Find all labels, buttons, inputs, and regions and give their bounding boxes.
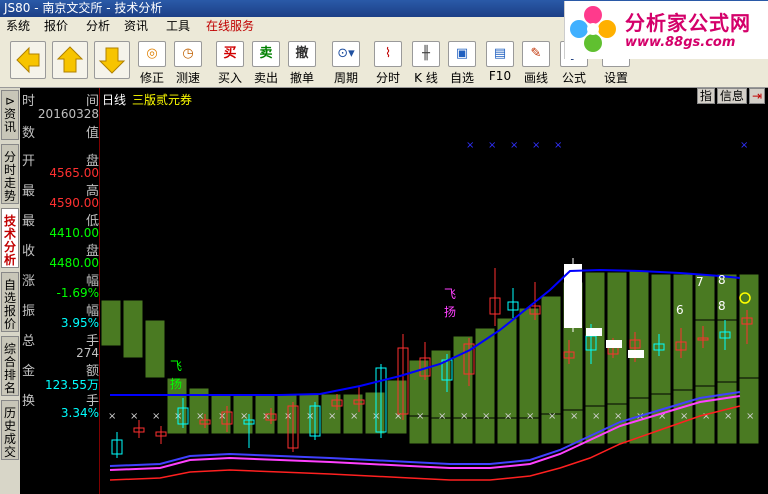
marker-dot: ×: [510, 140, 518, 151]
site-logo: 分析家公式网 www.88gs.com: [564, 1, 768, 59]
chart-canvas[interactable]: × × × × × ×× × × × × × × × × × × × × × × × × × × × × × × × × × × × × ×飞扬飞扬…: [100, 88, 768, 494]
logo-url-text: www.88gs.com: [625, 35, 736, 50]
time-value: 20160328: [37, 107, 99, 121]
x-marker: ×: [438, 411, 446, 422]
close-panel-icon[interactable]: ⇥: [748, 88, 765, 104]
x-marker: ×: [460, 411, 468, 422]
x-marker: ×: [746, 411, 754, 422]
cancel-order-button[interactable]: 撤撤单: [286, 41, 318, 85]
info-button[interactable]: 信息: [716, 88, 747, 104]
timeline-button[interactable]: ⌇ 分时: [372, 41, 404, 85]
sidetab-ranking[interactable]: 综合排名: [1, 336, 19, 396]
sidetab-history[interactable]: 历史成交: [1, 400, 19, 460]
menu-item-tools[interactable]: 工具: [166, 17, 190, 35]
x-marker: ×: [108, 411, 116, 422]
x-marker: ×: [702, 411, 710, 422]
marker-dot: ×: [532, 140, 540, 151]
annotation-7: 7: [696, 275, 704, 289]
marker-dot: ×: [466, 140, 474, 151]
annotation-feiyang-2: 飞: [444, 287, 456, 301]
flower-logo-icon: [570, 6, 616, 52]
sidetab-watchlist[interactable]: 自选报价: [1, 272, 19, 332]
x-marker: ×: [526, 411, 534, 422]
period-button[interactable]: ⊙▾ 周期: [330, 41, 362, 85]
marker-dot: ×: [554, 140, 562, 151]
candle-body: [628, 350, 644, 358]
x-marker: ×: [350, 411, 358, 422]
x-marker: ×: [504, 411, 512, 422]
chart-header: 日线 三版贰元券: [102, 91, 192, 108]
clock-icon: ◷: [174, 41, 202, 67]
f10-button[interactable]: ▤ F10: [484, 41, 516, 85]
x-marker: ×: [328, 411, 336, 422]
sidetab-technical[interactable]: 技术分析: [1, 208, 19, 268]
favorites-icon: ▣: [448, 41, 476, 67]
ladder-box: [386, 379, 408, 435]
back-button[interactable]: [10, 41, 46, 79]
annotation-6: 6: [676, 303, 684, 317]
arrow-left-icon: [16, 46, 40, 74]
down-button[interactable]: [94, 41, 130, 79]
candle-body: [606, 340, 622, 348]
x-marker: ×: [592, 411, 600, 422]
ladder-box: [144, 319, 166, 379]
sidetab-news[interactable]: ⊳ 资讯: [1, 90, 19, 140]
chart-period: 日线: [102, 93, 127, 107]
kline-button[interactable]: ╫ K 线: [410, 41, 442, 85]
annotation-feiyang-1: 飞: [170, 359, 182, 373]
value-label: 数: [22, 126, 36, 141]
sell-icon: 卖: [252, 41, 280, 67]
chart-security-name: 三版贰元券: [132, 93, 193, 107]
annotation-8: 8: [718, 299, 726, 313]
favorites-button[interactable]: ▣ 自选: [446, 41, 478, 85]
window-title: JS80 - 南京文交所 - 技术分析: [4, 1, 163, 15]
cancel-icon: 撤: [288, 41, 316, 67]
annotation-feiyang-1: 扬: [170, 376, 182, 391]
refresh-icon: ◎: [138, 41, 166, 67]
arrow-down-icon: [98, 47, 126, 74]
kline-chart[interactable]: × × × × × × × × × × × × × × × × × × × × × × × × × × × × × × × × × × × × 飞扬飞扬…: [99, 88, 768, 494]
candlestick-icon: ╫: [412, 41, 440, 67]
arrow-up-icon: [56, 46, 84, 73]
f10-icon: ▤: [486, 41, 514, 67]
fix-button[interactable]: ◎ 修正: [136, 41, 168, 85]
buy-icon: 买: [216, 41, 244, 67]
chart-header-buttons: 指信息 ⇥: [695, 88, 765, 104]
sidetab-intraday[interactable]: 分时走势: [1, 144, 19, 204]
side-tabs: ⊳ 资讯 分时走势 技术分析 自选报价 综合排名 历史成交: [0, 88, 20, 494]
timeline-icon: ⌇: [374, 41, 402, 67]
ladder-box: [100, 299, 122, 347]
sell-button[interactable]: 卖卖出: [250, 41, 282, 85]
x-marker: ×: [548, 411, 556, 422]
buy-button[interactable]: 买买入: [214, 41, 246, 85]
menu-item-system[interactable]: 系统: [6, 17, 30, 35]
menu-item-quotes[interactable]: 报价: [44, 17, 68, 35]
marker-dot: ×: [740, 140, 748, 151]
quote-info-panel: 时间 20160328 数值 开盘 4565.00 最高 4590.00 最低 …: [20, 88, 99, 494]
menu-item-analysis[interactable]: 分析: [86, 17, 110, 35]
logo-brand-text: 分析家公式网: [625, 11, 751, 35]
candle-body: [586, 328, 602, 336]
annotation-8: 8: [718, 273, 726, 287]
index-button[interactable]: 指: [696, 88, 715, 104]
up-button[interactable]: [52, 41, 88, 79]
draw-line-button[interactable]: ✎ 画线: [520, 41, 552, 85]
marker-dot: ×: [488, 140, 496, 151]
x-marker: ×: [130, 411, 138, 422]
x-marker: ×: [570, 411, 578, 422]
ladder-box: [122, 299, 144, 359]
annotation-feiyang-2: 扬: [444, 304, 456, 319]
menu-item-online-service[interactable]: 在线服务: [206, 17, 254, 35]
speedtest-button[interactable]: ◷ 测速: [172, 41, 204, 85]
x-marker: ×: [416, 411, 424, 422]
x-marker: ×: [614, 411, 622, 422]
menu-item-news[interactable]: 资讯: [124, 17, 148, 35]
sidetab-news-icon: ⊳: [4, 94, 16, 108]
x-marker: ×: [152, 411, 160, 422]
turnover-value: 3.34%: [60, 406, 99, 420]
draw-icon: ✎: [522, 41, 550, 67]
x-marker: ×: [724, 411, 732, 422]
x-marker: ×: [482, 411, 490, 422]
period-icon: ⊙▾: [332, 41, 360, 67]
